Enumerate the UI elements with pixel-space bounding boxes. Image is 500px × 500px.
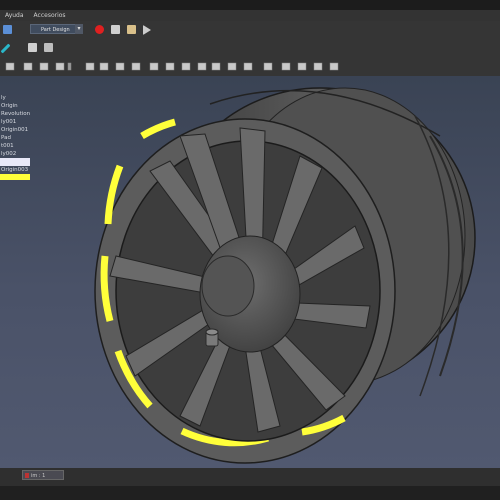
whats-this-icon[interactable] (3, 25, 12, 34)
document-icon (25, 473, 29, 478)
groove-icon (281, 62, 291, 71)
fillet-icon (313, 62, 323, 71)
measure-icon[interactable] (0, 43, 11, 54)
loft-icon (227, 62, 237, 71)
title-bar (0, 0, 500, 10)
stop-macro-icon[interactable] (111, 25, 120, 34)
status-bar (0, 468, 500, 486)
chevron-down-icon[interactable]: ▾ (75, 24, 83, 34)
subtractive-loft-icon (297, 62, 307, 71)
new-sketch-icon (23, 62, 33, 71)
menu-accessories[interactable]: Accesorios (29, 12, 71, 19)
clone-icon (149, 62, 159, 71)
new-body-icon (5, 62, 15, 71)
pad-icon (197, 62, 207, 71)
3d-viewport[interactable]: ly Origin Revolution ly001 Origin001 Pad… (0, 76, 500, 468)
menu-bar: Ayuda Accesorios (0, 10, 500, 21)
record-macro-icon[interactable] (95, 25, 104, 34)
center-bore (201, 255, 255, 317)
attach-sketch-icon (55, 62, 65, 71)
taskbar (0, 486, 500, 500)
datum-line-icon (99, 62, 109, 71)
workbench-toolbar: Part Design ▾ (0, 21, 500, 39)
run-macro-icon[interactable] (143, 25, 151, 35)
pipe-icon (243, 62, 253, 71)
wheel-model (94, 87, 476, 464)
document-tab-label: im : 1 (31, 473, 46, 479)
document-tab[interactable]: im : 1 (22, 470, 64, 480)
datum-plane-icon (115, 62, 125, 71)
validate-sketch-icon (39, 62, 49, 71)
view-toolbar (0, 38, 500, 58)
revolution-icon (211, 62, 221, 71)
pocket-icon (181, 62, 191, 71)
primitive-icon (165, 62, 175, 71)
datum-point-icon (85, 62, 95, 71)
part-design-toolbar (0, 57, 500, 77)
std-views-icon[interactable] (28, 43, 37, 52)
shape-binder-icon (131, 62, 141, 71)
hole-icon (263, 62, 273, 71)
folder-icon[interactable] (44, 43, 53, 52)
part-design-tools (5, 62, 339, 71)
chamfer-icon (329, 62, 339, 71)
separator-icon (67, 62, 72, 71)
edit-macro-icon[interactable] (127, 25, 136, 34)
menu-help[interactable]: Ayuda (0, 12, 29, 19)
